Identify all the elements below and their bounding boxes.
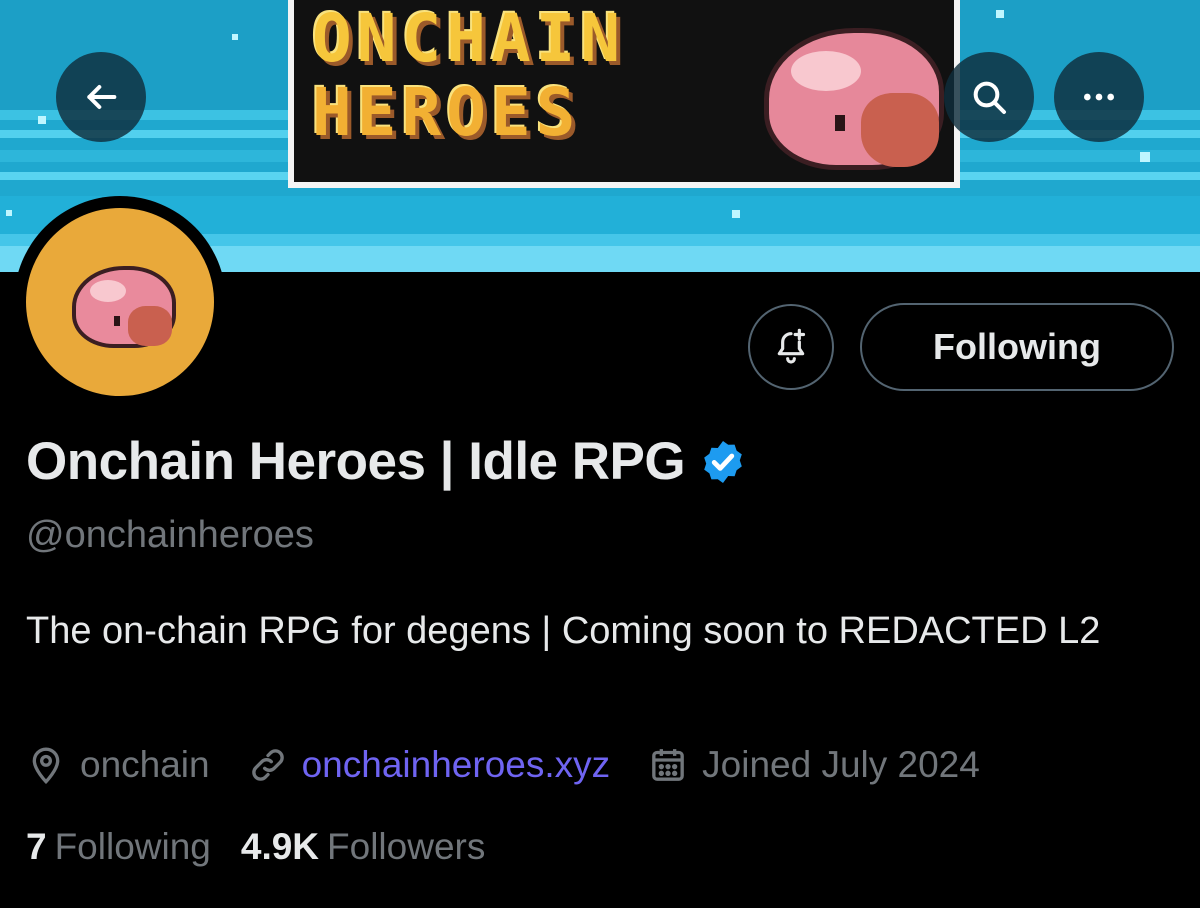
profile-handle: @onchainheroes xyxy=(26,514,314,556)
joined-text: Joined July 2024 xyxy=(702,744,980,785)
verified-badge-icon[interactable] xyxy=(699,438,747,486)
sparkle xyxy=(232,34,238,40)
profile-meta: onchain onchainheroes.xyz Joined July 20… xyxy=(26,740,1018,790)
bell-plus-icon xyxy=(777,328,806,364)
link-icon xyxy=(251,749,284,781)
notifications-button[interactable] xyxy=(748,304,834,390)
game-logo: ONCHAIN HEROES xyxy=(288,0,960,188)
name-row: Onchain Heroes | Idle RPG xyxy=(26,430,747,494)
display-name: Onchain Heroes | Idle RPG xyxy=(26,432,686,491)
search-button[interactable] xyxy=(944,52,1034,142)
followers-count: 4.9K xyxy=(240,826,320,867)
logo-line-1: ONCHAIN xyxy=(312,0,626,77)
following-button[interactable]: Following xyxy=(860,303,1174,391)
location-pin-icon xyxy=(32,747,60,785)
pig-mascot-icon xyxy=(764,28,944,170)
sparkle xyxy=(732,210,740,218)
website-item[interactable]: onchainheroes.xyz xyxy=(248,740,611,790)
sparkle xyxy=(6,210,12,216)
avatar[interactable] xyxy=(26,208,214,396)
more-button[interactable] xyxy=(1054,52,1144,142)
sparkle xyxy=(1140,152,1150,162)
follow-stats: 7 Following 4.9K Followers xyxy=(26,822,515,872)
joined-item: Joined July 2024 xyxy=(648,740,980,790)
more-horizontal-icon xyxy=(1084,93,1114,101)
following-label: Following xyxy=(54,826,211,867)
logo-text: ONCHAIN HEROES xyxy=(312,6,772,146)
location-item: onchain xyxy=(26,740,210,790)
sparkle xyxy=(996,10,1004,18)
location-text: onchain xyxy=(80,744,210,785)
back-button[interactable] xyxy=(56,52,146,142)
followers-stat[interactable]: 4.9K Followers xyxy=(241,822,485,872)
search-icon xyxy=(973,81,1006,114)
followers-label: Followers xyxy=(327,826,486,867)
pig-mascot-icon xyxy=(72,266,176,348)
calendar-icon xyxy=(652,749,684,781)
logo-line-2: HEROES xyxy=(312,74,581,151)
arrow-left-icon xyxy=(87,85,117,109)
sparkle xyxy=(38,116,46,124)
following-count: 7 xyxy=(26,826,47,867)
profile-bio: The on-chain RPG for degens | Coming soo… xyxy=(26,610,1101,652)
website-link[interactable]: onchainheroes.xyz xyxy=(302,740,611,790)
following-stat[interactable]: 7 Following xyxy=(26,822,211,872)
